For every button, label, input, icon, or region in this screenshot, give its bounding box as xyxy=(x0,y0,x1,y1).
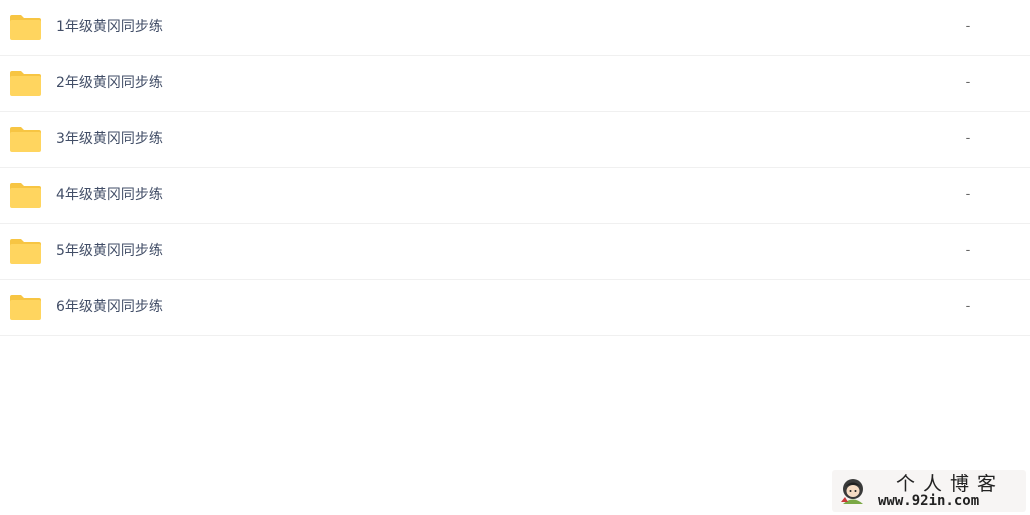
file-name[interactable]: 6年级黄冈同步练 xyxy=(56,280,163,334)
file-name[interactable]: 5年级黄冈同步练 xyxy=(56,224,163,278)
file-size: - xyxy=(965,243,971,258)
file-row[interactable]: 1年级黄冈同步练 - xyxy=(0,0,1030,56)
file-name[interactable]: 4年级黄冈同步练 xyxy=(56,168,163,222)
file-name[interactable]: 1年级黄冈同步练 xyxy=(56,0,163,54)
file-row[interactable]: 6年级黄冈同步练 - xyxy=(0,280,1030,336)
avatar-icon xyxy=(841,479,863,504)
watermark-url: www.92in.com xyxy=(878,493,980,509)
file-size: - xyxy=(965,131,971,146)
folder-icon xyxy=(10,71,41,96)
watermark: 个人博客 www.92in.com xyxy=(832,470,1026,512)
file-name[interactable]: 2年级黄冈同步练 xyxy=(56,56,163,110)
folder-icon xyxy=(10,127,41,152)
file-row[interactable]: 5年级黄冈同步练 - xyxy=(0,224,1030,280)
folder-icon xyxy=(10,183,41,208)
file-row[interactable]: 4年级黄冈同步练 - xyxy=(0,168,1030,224)
file-row[interactable]: 3年级黄冈同步练 - xyxy=(0,112,1030,168)
file-size: - xyxy=(965,187,971,202)
file-list: 1年级黄冈同步练 - 2年级黄冈同步练 - 3年级黄冈同步练 - 4年级黄冈同步… xyxy=(0,0,1030,336)
file-size: - xyxy=(965,19,971,34)
folder-icon xyxy=(10,239,41,264)
file-size: - xyxy=(965,75,971,90)
folder-icon xyxy=(10,295,41,320)
file-row[interactable]: 2年级黄冈同步练 - xyxy=(0,56,1030,112)
file-size: - xyxy=(965,299,971,314)
folder-icon xyxy=(10,15,41,40)
file-name[interactable]: 3年级黄冈同步练 xyxy=(56,112,163,166)
